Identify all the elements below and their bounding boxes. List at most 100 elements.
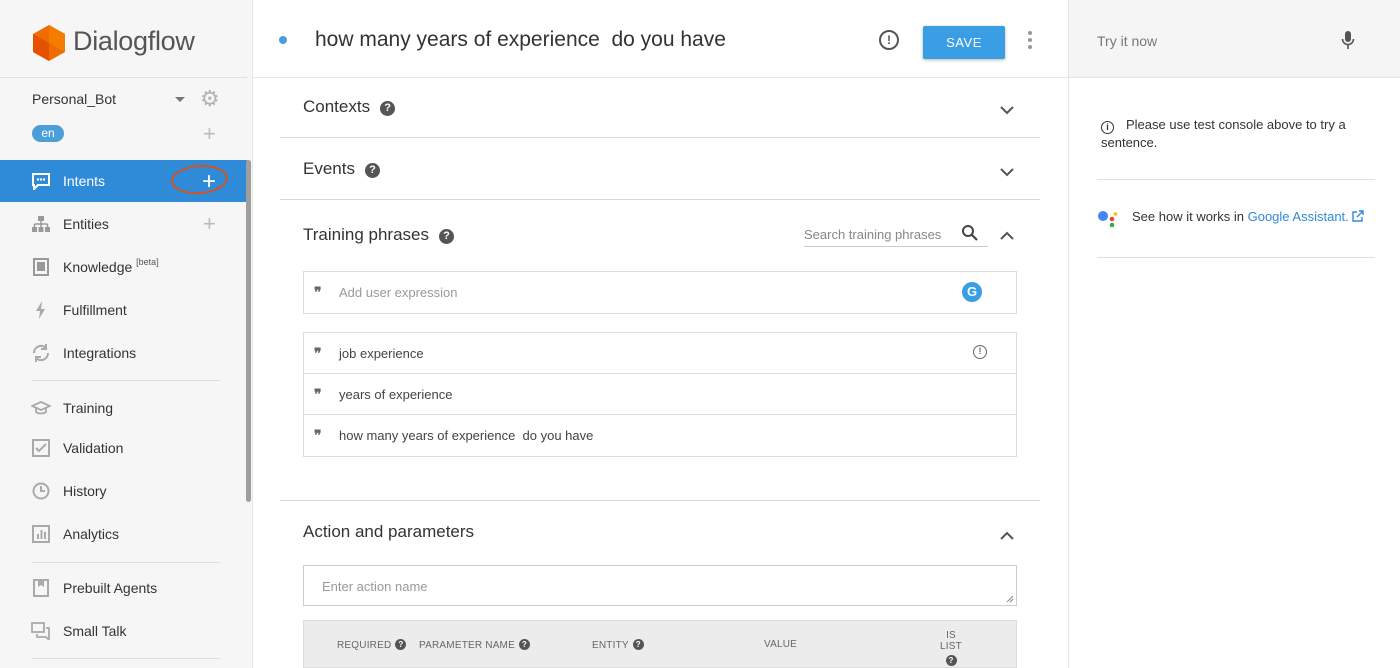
grammarly-icon[interactable]: G [962, 282, 982, 302]
sync-icon [32, 344, 50, 362]
column-label: IS LIST [940, 630, 962, 652]
add-expression-row[interactable]: ❞ Add user expression G [304, 272, 1016, 313]
sidebar-item-analytics[interactable]: Analytics [0, 513, 247, 555]
divider [32, 380, 220, 381]
exclamation-icon[interactable]: ! [879, 30, 899, 50]
google-assistant-link[interactable]: Google Assistant. [1248, 209, 1349, 224]
add-entity-icon[interactable]: + [203, 213, 216, 235]
try-it-now-input[interactable]: Try it now [1097, 33, 1157, 49]
help-icon[interactable]: ? [364, 163, 380, 178]
training-phrase-text[interactable]: job experience [339, 346, 424, 361]
clock-icon [32, 482, 50, 500]
book-icon [33, 258, 49, 276]
help-icon[interactable]: ? [439, 229, 454, 244]
intent-header: how many years of experience do you have… [253, 0, 1068, 78]
column-label: ENTITY [592, 640, 629, 651]
agent-name: Personal_Bot [32, 91, 117, 107]
chat-bubbles-icon [31, 622, 50, 640]
sidebar-item-label: Entities [63, 216, 109, 232]
sidebar-item-label: Training [63, 400, 114, 416]
status-dot-icon [279, 36, 287, 44]
test-console: Try it now i Please use test console abov… [1068, 0, 1400, 668]
save-button[interactable]: SAVE [923, 26, 1005, 59]
section-events[interactable]: Events? [303, 159, 380, 179]
list-item[interactable]: ❞ how many years of experience do you ha… [304, 415, 1016, 456]
quote-icon: ❞ [314, 346, 321, 362]
divider [32, 658, 220, 659]
sidebar-item-integrations[interactable]: Integrations [0, 332, 247, 374]
list-item[interactable]: ❞ job experience ! [304, 333, 1016, 374]
info-text: Please use test console above to try a s… [1101, 117, 1346, 150]
logo-text: Dialogflow [73, 26, 195, 56]
sidebar-item-fulfillment[interactable]: Fulfillment [0, 289, 247, 331]
logo-row: Dialogflow [0, 0, 247, 78]
checkbox-icon [32, 439, 50, 457]
sidebar-item-small-talk[interactable]: Small Talk [0, 610, 247, 652]
sidebar-scrollbar[interactable] [246, 160, 251, 502]
add-language-icon[interactable]: + [203, 123, 216, 145]
caret-down-icon[interactable] [175, 97, 185, 102]
dialogflow-logo-icon [33, 25, 65, 61]
column-header-entity: ENTITY? [592, 639, 644, 651]
warning-icon[interactable]: ! [973, 345, 987, 359]
divider [32, 562, 220, 563]
help-icon[interactable]: ? [395, 639, 407, 650]
sidebar-item-entities[interactable]: Entities + [0, 203, 247, 245]
bar-chart-icon [32, 525, 50, 543]
resize-grip-icon[interactable] [1006, 595, 1014, 603]
help-icon[interactable]: ? [518, 639, 530, 650]
chevron-down-icon[interactable] [1000, 165, 1014, 179]
sidebar-item-label: Prebuilt Agents [63, 580, 158, 596]
training-phrases-list: ❞ job experience ! ❞ years of experience… [303, 332, 1017, 457]
sidebar-item-history[interactable]: History [0, 470, 247, 512]
chevron-up-icon[interactable] [1000, 529, 1014, 543]
column-header-required: REQUIRED? [337, 639, 407, 651]
search-icon[interactable] [961, 224, 979, 242]
training-phrase-text[interactable]: years of experience [339, 387, 452, 402]
sidebar-item-label: Intents [63, 173, 106, 189]
info-message: i Please use test console above to try a … [1101, 116, 1371, 152]
add-expression-box: ❞ Add user expression G [303, 271, 1017, 314]
action-name-input[interactable]: Enter action name [303, 565, 1017, 606]
add-user-expression-input[interactable]: Add user expression [339, 285, 458, 300]
quote-icon: ❞ [314, 387, 321, 403]
section-action-parameters[interactable]: Action and parameters [303, 522, 474, 542]
quote-icon: ❞ [314, 285, 321, 301]
graduation-cap-icon [31, 401, 51, 415]
try-it-now-bar: Try it now [1069, 0, 1400, 78]
section-title: Training phrases [303, 225, 429, 244]
google-assistant-text: See how it works in Google Assistant. [1132, 209, 1364, 224]
sidebar-item-label: Knowledge [beta] [63, 257, 159, 275]
section-training-phrases[interactable]: Training phrases? [303, 225, 454, 245]
microphone-icon[interactable] [1341, 30, 1355, 50]
help-icon[interactable]: ? [632, 639, 644, 650]
sidebar-item-label: Integrations [63, 345, 137, 361]
section-contexts[interactable]: Contexts? [303, 97, 396, 117]
sidebar-item-label: History [63, 483, 107, 499]
google-assistant-icon [1098, 211, 1118, 228]
section-title: Contexts [303, 97, 371, 116]
chevron-down-icon[interactable] [1000, 103, 1014, 117]
gear-icon[interactable]: ⚙ [200, 88, 220, 110]
hierarchy-icon [32, 216, 50, 232]
column-header-parameter-name: PARAMETER NAME? [419, 639, 530, 651]
help-icon[interactable]: ? [945, 655, 957, 666]
intent-title[interactable]: how many years of experience do you have [315, 28, 726, 52]
external-link-icon[interactable] [1352, 210, 1364, 222]
action-name-placeholder: Enter action name [322, 579, 428, 594]
chevron-up-icon[interactable] [1000, 229, 1014, 243]
sidebar-item-prebuilt-agents[interactable]: Prebuilt Agents [0, 567, 247, 609]
lightning-icon [36, 301, 45, 319]
language-badge[interactable]: en [32, 125, 64, 142]
knowledge-label: Knowledge [63, 259, 133, 275]
help-icon[interactable]: ? [380, 101, 396, 116]
more-vert-icon[interactable] [1028, 31, 1032, 49]
info-icon: i [1101, 121, 1114, 134]
training-phrase-text[interactable]: how many years of experience do you have [339, 428, 593, 443]
parameters-table-header: REQUIRED? PARAMETER NAME? ENTITY? VALUE … [303, 620, 1017, 668]
list-item[interactable]: ❞ years of experience [304, 374, 1016, 415]
ga-prefix: See how it works in [1132, 209, 1248, 224]
sidebar-item-validation[interactable]: Validation [0, 427, 247, 469]
sidebar-item-training[interactable]: Training [0, 387, 247, 429]
sidebar-item-knowledge[interactable]: Knowledge [beta] [0, 246, 247, 288]
